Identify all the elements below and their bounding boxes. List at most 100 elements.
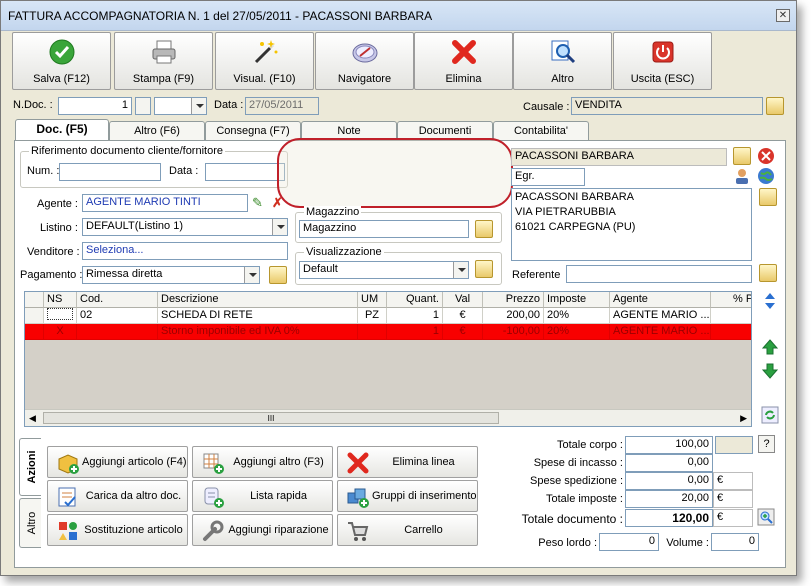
cart-button[interactable]: Carrello	[337, 514, 478, 546]
scroll-right-icon[interactable]: ▶	[740, 413, 747, 424]
scrollbar-thumb[interactable]: III	[43, 412, 499, 424]
save-button[interactable]: Salva (F12)	[12, 32, 111, 90]
table-cell[interactable]: 20%	[544, 308, 610, 324]
date-input[interactable]: 27/05/2011	[245, 97, 319, 115]
insert-groups-button[interactable]: Gruppi di inserimento	[337, 480, 478, 512]
grid-header-val[interactable]: Val	[443, 292, 483, 308]
grid-header-prezzo[interactable]: Prezzo	[483, 292, 544, 308]
grid-header-descrizione[interactable]: Descrizione	[158, 292, 358, 308]
add-article-button[interactable]: Aggiungi articolo (F4)	[47, 446, 188, 478]
row-selector[interactable]	[25, 308, 44, 324]
table-cell[interactable]: X	[44, 324, 77, 340]
ndoc-input[interactable]: 1	[58, 97, 132, 115]
grid-header-blank	[25, 292, 44, 308]
peso-lordo-input[interactable]: 0	[599, 533, 659, 551]
print-button[interactable]: Stampa (F9)	[114, 32, 213, 90]
replace-article-button[interactable]: Sostituzione articolo	[47, 514, 188, 546]
load-other-doc-button[interactable]: Carica da altro doc.	[47, 480, 188, 512]
tab-altro-actions[interactable]: Altro	[19, 498, 41, 548]
table-cell[interactable]: PZ	[358, 308, 387, 324]
folder-icon[interactable]	[759, 188, 777, 206]
remove-agent-icon[interactable]: ✗	[272, 195, 283, 211]
delete-button[interactable]: Elimina	[414, 32, 513, 90]
delete-cliente-icon[interactable]	[757, 147, 775, 165]
rif-date-input[interactable]	[205, 163, 285, 181]
arrow-down-icon[interactable]	[761, 362, 779, 380]
tab-altro[interactable]: Altro (F6)	[109, 121, 205, 141]
cliente-name[interactable]: PACASSONI BARBARA	[511, 148, 727, 166]
tab-doc[interactable]: Doc. (F5)	[15, 119, 109, 141]
venditore-input[interactable]: Seleziona...	[82, 242, 288, 260]
visualizzazione-select[interactable]: Default	[299, 261, 469, 279]
agente-input[interactable]: AGENTE MARIO TINTI	[82, 194, 248, 212]
ndoc-series-button[interactable]	[135, 97, 151, 115]
folder-icon[interactable]	[269, 266, 287, 284]
globe-icon[interactable]	[757, 167, 775, 185]
folder-icon[interactable]	[733, 147, 751, 165]
navigator-button[interactable]: Navigatore	[315, 32, 414, 90]
delete-line-button[interactable]: Elimina linea	[337, 446, 478, 478]
tab-azioni[interactable]: Azioni	[19, 438, 41, 496]
table-cell[interactable]: Storno imponibile ed IVA 0%	[158, 324, 358, 340]
delete-label: Elimina	[445, 73, 482, 85]
table-cell[interactable]	[711, 324, 751, 340]
volume-input[interactable]: 0	[711, 533, 759, 551]
row-selector[interactable]	[25, 324, 44, 340]
causale-input[interactable]: VENDITA	[571, 97, 763, 115]
num-input[interactable]	[59, 163, 161, 181]
refresh-icon[interactable]	[761, 406, 779, 424]
move-up-down-icon[interactable]	[761, 292, 779, 310]
person-icon[interactable]	[733, 167, 751, 185]
add-other-button[interactable]: Aggiungi altro (F3)	[192, 446, 333, 478]
add-repair-button[interactable]: Aggiungi riparazione	[192, 514, 333, 546]
grid-header-cod[interactable]: Cod.	[77, 292, 158, 308]
cliente-title-input[interactable]: Egr.	[511, 168, 585, 186]
table-cell[interactable]	[358, 324, 387, 340]
ndoc-series-select[interactable]	[154, 97, 207, 115]
ndoc-label: N.Doc. :	[13, 99, 53, 111]
spese-incasso-value[interactable]: 0,00	[625, 454, 713, 472]
grid-header-imposte[interactable]: Imposte	[544, 292, 610, 308]
zoom-in-icon[interactable]	[757, 508, 775, 526]
table-cell[interactable]	[711, 308, 751, 324]
table-cell[interactable]: AGENTE MARIO ...	[610, 324, 711, 340]
table-cell[interactable]: €	[443, 324, 483, 340]
folder-icon[interactable]	[759, 264, 777, 282]
lines-grid[interactable]: NS Cod. Descrizione UM Quant. Val Prezzo…	[24, 291, 752, 427]
visual-button[interactable]: Visual. (F10)	[215, 32, 314, 90]
grid-header-um[interactable]: UM	[358, 292, 387, 308]
table-cell[interactable]: 02	[77, 308, 158, 324]
table-cell[interactable]: 20%	[544, 324, 610, 340]
table-cell[interactable]: 1	[387, 324, 443, 340]
scroll-left-icon[interactable]: ◀	[29, 413, 36, 424]
folder-icon[interactable]	[475, 220, 493, 238]
table-cell[interactable]: 1	[387, 308, 443, 324]
pagamento-select[interactable]: Rimessa diretta	[82, 266, 260, 284]
grid-header-quant[interactable]: Quant.	[387, 292, 443, 308]
listino-select[interactable]: DEFAULT(Listino 1)	[82, 218, 288, 236]
help-button[interactable]: ?	[758, 435, 775, 453]
table-cell[interactable]: SCHEDA DI RETE	[158, 308, 358, 324]
table-cell[interactable]: AGENTE MARIO ...	[610, 308, 711, 324]
quick-list-button[interactable]: Lista rapida	[192, 480, 333, 512]
grid-header-pr[interactable]: % Pr	[711, 292, 751, 308]
table-cell[interactable]	[77, 324, 158, 340]
cliente-address[interactable]: PACASSONI BARBARA VIA PIETRARUBBIA 61021…	[511, 188, 752, 261]
table-cell[interactable]: -100,00	[483, 324, 544, 340]
magazzino-input[interactable]: Magazzino	[299, 220, 469, 238]
horizontal-scrollbar[interactable]: ◀ III ▶	[25, 409, 751, 426]
other-button[interactable]: Altro	[513, 32, 612, 90]
grid-header-agente[interactable]: Agente	[610, 292, 711, 308]
close-icon[interactable]: ✕	[776, 9, 790, 22]
arrow-up-icon[interactable]	[761, 338, 779, 356]
folder-icon[interactable]	[766, 97, 784, 115]
grid-header-ns[interactable]: NS	[44, 292, 77, 308]
spese-spedizione-value[interactable]: 0,00	[625, 472, 713, 490]
table-cell[interactable]: 200,00	[483, 308, 544, 324]
table-cell[interactable]	[44, 308, 77, 324]
exit-button[interactable]: Uscita (ESC)	[613, 32, 712, 90]
pencil-icon[interactable]: ✎	[252, 195, 263, 211]
table-cell[interactable]: €	[443, 308, 483, 324]
referente-input[interactable]	[566, 265, 752, 283]
folder-icon[interactable]	[475, 260, 493, 278]
